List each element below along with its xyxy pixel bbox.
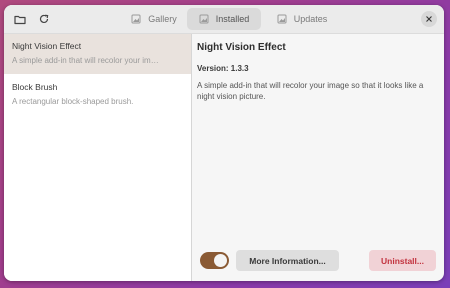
refresh-button[interactable]	[35, 10, 53, 28]
list-item-description: A rectangular block-shaped brush.	[12, 97, 134, 106]
addin-manager-window: Gallery Installed Updates Night Vision E…	[4, 5, 444, 281]
list-item[interactable]: Block Brush A rectangular block-shaped b…	[4, 75, 191, 115]
tab-installed-label: Installed	[215, 14, 250, 24]
close-button[interactable]	[421, 11, 437, 27]
updates-icon	[277, 14, 287, 24]
folder-icon	[14, 15, 26, 24]
list-item-title: Night Vision Effect	[12, 41, 82, 51]
tab-gallery[interactable]: Gallery	[119, 8, 189, 30]
uninstall-button[interactable]: Uninstall...	[369, 250, 436, 271]
open-folder-button[interactable]	[11, 10, 29, 28]
addin-detail-panel: Night Vision Effect Version: 1.3.3 A sim…	[192, 34, 444, 281]
tab-updates-label: Updates	[293, 14, 328, 24]
list-item[interactable]: Night Vision Effect A simple add-in that…	[4, 34, 191, 74]
addin-list: Night Vision Effect A simple add-in that…	[4, 34, 192, 281]
installed-icon	[199, 14, 209, 24]
close-icon	[426, 16, 432, 22]
list-item-description: A simple add-in that will recolor your i…	[12, 56, 159, 65]
refresh-icon	[39, 14, 49, 24]
more-information-button[interactable]: More Information...	[236, 250, 339, 271]
detail-description: A simple add-in that will recolor your i…	[197, 81, 424, 101]
enable-toggle[interactable]	[200, 252, 229, 269]
detail-version: Version: 1.3.3	[197, 64, 249, 73]
list-item-title: Block Brush	[12, 82, 58, 92]
tab-gallery-label: Gallery	[148, 14, 177, 24]
header-bar: Gallery Installed Updates	[4, 5, 444, 34]
tab-installed[interactable]: Installed	[187, 8, 261, 30]
tab-updates[interactable]: Updates	[267, 8, 337, 30]
gallery-icon	[131, 14, 141, 24]
toggle-knob	[214, 254, 227, 267]
detail-title: Night Vision Effect	[197, 42, 286, 53]
